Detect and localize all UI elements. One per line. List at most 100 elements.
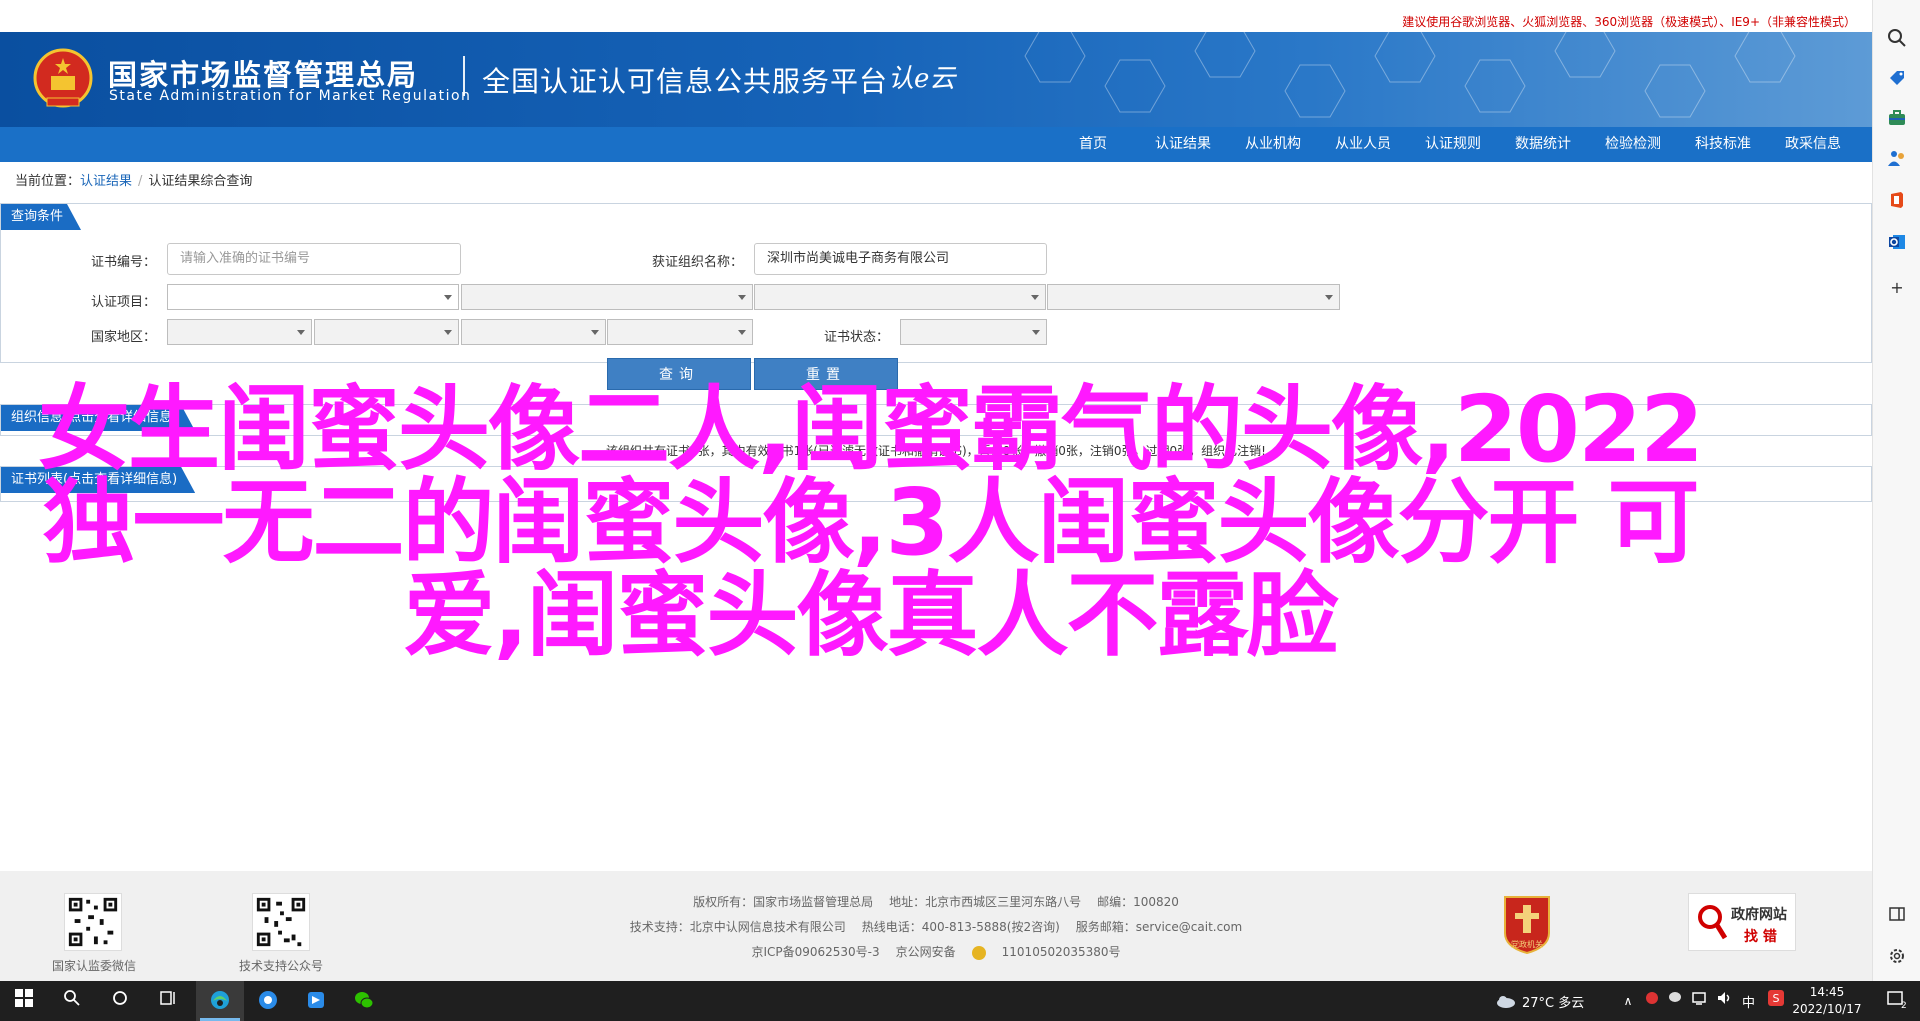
- region-select-4[interactable]: [607, 319, 753, 345]
- breadcrumb-link-results[interactable]: 认证结果: [80, 174, 132, 189]
- overlay-title: 女生闺蜜头像二人,闺蜜霸气的头像,2022独一无二的闺蜜头像,3人闺蜜头像分开 …: [38, 376, 1704, 669]
- header-divider: [463, 56, 465, 96]
- hexagon-pattern: [1024, 24, 1796, 118]
- clock-time[interactable]: 14:45: [1792, 985, 1862, 999]
- query-panel: 查询条件 证书编号： 请输入准确的证书编号 获证组织名称： 深圳市尚美诚电子商务…: [0, 203, 1872, 390]
- weather-text[interactable]: 27°C 多云: [1522, 992, 1584, 1011]
- chevron-down-icon: [738, 330, 746, 335]
- org-name-input[interactable]: 深圳市尚美诚电子商务有限公司: [754, 243, 1047, 275]
- footer-copyright: 版权所有：国家市场监督管理总局: [693, 895, 874, 909]
- breadcrumb: 当前位置：认证结果 / 认证结果综合查询: [15, 170, 252, 189]
- site-header: 建议使用谷歌浏览器、火狐浏览器、360浏览器（极速模式）、IE9+（非兼容性模式…: [0, 0, 1872, 127]
- cert-cloud-logo: 认e云: [888, 64, 956, 94]
- cert-status-select[interactable]: [900, 319, 1047, 345]
- footer-line-support: 技术支持：北京中认网信息技术有限公司 热线电话：400-813-5888(按2咨询…: [0, 918, 1872, 935]
- gov-site-error-report[interactable]: 政府网站 找 错: [1688, 893, 1796, 951]
- windows-start-icon[interactable]: [12, 989, 36, 1013]
- footer-address: 地址：北京市西城区三里河东路八号: [889, 895, 1082, 909]
- query-panel-tab: 查询条件: [1, 204, 81, 230]
- region-select-3[interactable]: [461, 319, 606, 345]
- police-badge-icon: [971, 945, 986, 960]
- region-select-1[interactable]: [167, 319, 312, 345]
- search-icon[interactable]: [1887, 28, 1907, 48]
- chevron-down-icon: [1031, 295, 1039, 300]
- gov-badge-text: 党政机关: [1511, 939, 1543, 949]
- footer-line-copyright: 版权所有：国家市场监督管理总局 地址：北京市西城区三里河东路八号 邮编：100820: [0, 893, 1872, 910]
- edge-browser-icon[interactable]: [208, 989, 232, 1013]
- main-nav: 首页 认证结果 从业机构 从业人员 认证规则 数据统计 检验检测 科技标准 政采信息: [0, 127, 1872, 162]
- cert-item-select-2[interactable]: [461, 284, 753, 310]
- settings-gear-icon[interactable]: [1887, 946, 1907, 966]
- nav-item-0[interactable]: 首页: [1048, 127, 1138, 162]
- footer-postcode: 邮编：100820: [1097, 895, 1179, 909]
- footer-police-label: 京公网安备: [895, 945, 956, 959]
- cert-item-select-3[interactable]: [754, 284, 1046, 310]
- network-icon[interactable]: [1688, 989, 1712, 1013]
- nav-item-4[interactable]: 认证规则: [1408, 127, 1498, 162]
- footer-email: 服务邮箱：service@cait.com: [1075, 920, 1243, 934]
- nav-item-2[interactable]: 从业机构: [1228, 127, 1318, 162]
- region-select-2[interactable]: [314, 319, 459, 345]
- chevron-down-icon: [1032, 330, 1040, 335]
- notification-count: 2: [1901, 1001, 1906, 1009]
- taskbar-search-icon[interactable]: [60, 989, 84, 1013]
- region-label: 国家地区：: [90, 330, 156, 345]
- edge-sidebar: +: [1872, 0, 1920, 981]
- clock-date[interactable]: 2022/10/17: [1792, 1002, 1862, 1016]
- sogou-input-icon[interactable]: S: [1766, 989, 1786, 1013]
- wechat-icon[interactable]: [352, 989, 376, 1013]
- mail-app-icon[interactable]: [304, 989, 328, 1013]
- cert-status-label: 证书状态：: [823, 330, 889, 345]
- site-footer: 国家认监委微信 技术支持公众号 版权所有：国家市场监督管理总局 地址：北京市西城区…: [0, 871, 1872, 981]
- cert-item-label: 认证项目：: [90, 295, 156, 310]
- tray-app-icon[interactable]: [1640, 989, 1664, 1013]
- national-emblem-icon: [33, 48, 93, 108]
- browser-page: 建议使用谷歌浏览器、火狐浏览器、360浏览器（极速模式）、IE9+（非兼容性模式…: [0, 0, 1872, 981]
- toolbox-icon[interactable]: [1887, 108, 1907, 128]
- svg-text:S: S: [1773, 992, 1780, 1005]
- volume-icon[interactable]: [1712, 989, 1736, 1013]
- footer-line-icp: 京ICP备09062530号-3 京公网安备 11010502035380号: [0, 943, 1872, 960]
- shopping-tag-icon[interactable]: [1887, 68, 1907, 88]
- cert-no-input[interactable]: 请输入准确的证书编号: [167, 243, 461, 275]
- nav-item-8[interactable]: 政采信息: [1768, 127, 1858, 162]
- chevron-down-icon: [591, 330, 599, 335]
- chevron-down-icon: [1325, 295, 1333, 300]
- chevron-down-icon: [738, 295, 746, 300]
- nav-item-6[interactable]: 检验检测: [1588, 127, 1678, 162]
- breadcrumb-prefix: 当前位置：: [15, 174, 81, 189]
- gov-find-title: 政府网站: [1731, 907, 1787, 923]
- nav-item-3[interactable]: 从业人员: [1318, 127, 1408, 162]
- platform-title: 全国认证认可信息公共服务平台: [482, 65, 889, 98]
- people-icon[interactable]: [1887, 148, 1907, 168]
- footer-tech-support: 技术支持：北京中认网信息技术有限公司: [629, 920, 846, 934]
- notification-center-icon[interactable]: 2: [1884, 989, 1908, 1013]
- nav-item-1[interactable]: 认证结果: [1138, 127, 1228, 162]
- cert-item-select-1[interactable]: [167, 284, 459, 310]
- cert-item-select-4[interactable]: [1047, 284, 1340, 310]
- chevron-down-icon: [444, 330, 452, 335]
- task-view-icon[interactable]: [156, 989, 180, 1013]
- tray-chevron-up-icon[interactable]: ∧: [1616, 989, 1640, 1013]
- nav-item-5[interactable]: 数据统计: [1498, 127, 1588, 162]
- office-icon[interactable]: [1887, 190, 1907, 210]
- qq-browser-icon[interactable]: [256, 989, 280, 1013]
- windows-taskbar: 27°C 多云 ∧ 中 S 14:45 2022/10/17 2: [0, 981, 1920, 1021]
- outlook-icon[interactable]: [1887, 232, 1907, 252]
- footer-police-no[interactable]: 11010502035380号: [1002, 945, 1121, 959]
- org-name-label: 获证组织名称：: [651, 255, 743, 270]
- tray-wechat-icon[interactable]: [1664, 989, 1688, 1013]
- add-icon[interactable]: +: [1887, 278, 1907, 298]
- chevron-down-icon: [444, 295, 452, 300]
- breadcrumb-current: 认证结果综合查询: [148, 174, 253, 189]
- gov-find-subtitle: 找 错: [1744, 929, 1777, 945]
- nav-item-7[interactable]: 科技标准: [1678, 127, 1768, 162]
- chevron-down-icon: [297, 330, 305, 335]
- sidebar-toggle-icon[interactable]: [1887, 904, 1907, 924]
- ime-indicator[interactable]: 中: [1742, 992, 1755, 1011]
- footer-icp-link[interactable]: 京ICP备09062530号-3: [751, 945, 879, 959]
- cortana-icon[interactable]: [108, 989, 132, 1013]
- party-gov-badge-icon[interactable]: 党政机关: [1501, 893, 1553, 955]
- cert-no-label: 证书编号：: [90, 255, 156, 270]
- magnifier-icon: [1698, 905, 1727, 940]
